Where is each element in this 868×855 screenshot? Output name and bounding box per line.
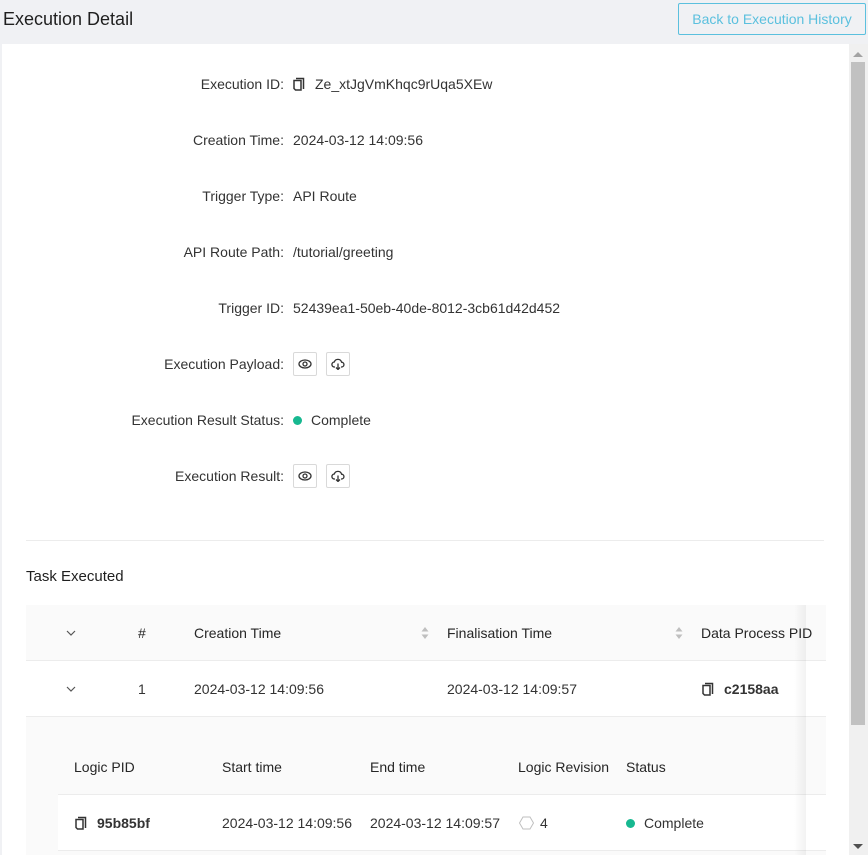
execution-id-text: Ze_xtJgVmKhqc9rUqa5XEw xyxy=(315,76,493,92)
status-dot-icon xyxy=(293,415,302,425)
column-header-start-time: Start time xyxy=(222,759,282,775)
page-title: Execution Detail xyxy=(3,9,134,29)
view-payload-button[interactable] xyxy=(293,352,317,376)
execution-id-label: Execution ID: xyxy=(200,76,284,92)
task-executed-title: Task Executed xyxy=(26,568,124,585)
scrollbar-thumb[interactable] xyxy=(851,62,865,725)
column-header-logic-pid: Logic PID xyxy=(74,759,135,775)
column-header-creation-time[interactable]: Creation Time xyxy=(194,605,281,661)
row-data-process-pid: c2158aa xyxy=(702,661,779,717)
creation-time-row: Creation Time: 2024-03-12 14:09:56 xyxy=(2,128,849,152)
section-divider xyxy=(26,540,824,541)
api-route-path-label: API Route Path: xyxy=(183,244,284,260)
sort-icon[interactable] xyxy=(675,626,683,640)
copy-icon[interactable] xyxy=(293,77,305,91)
cloud-download-icon xyxy=(331,358,345,370)
trigger-type-row: Trigger Type: API Route xyxy=(2,184,849,208)
row-expand-toggle[interactable] xyxy=(66,661,76,717)
column-header-index: # xyxy=(138,625,146,641)
column-header-status: Status xyxy=(626,759,666,775)
data-process-pid-text: c2158aa xyxy=(724,681,779,697)
execution-result-row: Execution Result: xyxy=(2,464,849,488)
trigger-id-label: Trigger ID: xyxy=(218,300,284,316)
creation-time-label: Creation Time: xyxy=(192,132,284,148)
detail-panel: Execution ID: Ze_xtJgVmKhqc9rUqa5XEw Cre… xyxy=(2,44,849,855)
download-result-button[interactable] xyxy=(326,464,350,488)
api-route-path-value: /tutorial/greeting xyxy=(293,244,394,260)
page-header: Execution Detail Back to Execution Histo… xyxy=(0,0,868,44)
logic-table-row[interactable]: 95b85bf 2024-03-12 14:09:56 2024-03-12 1… xyxy=(58,795,826,851)
view-result-button[interactable] xyxy=(293,464,317,488)
copy-icon[interactable] xyxy=(75,816,87,830)
row-creation-time: 2024-03-12 14:09:56 xyxy=(194,681,324,697)
logic-status-cell: Complete xyxy=(626,795,704,851)
download-payload-button[interactable] xyxy=(326,352,350,376)
chevron-down-icon xyxy=(66,630,76,636)
execution-result-status-label: Execution Result Status: xyxy=(131,412,284,428)
logic-revision-cell: 4 xyxy=(519,795,548,851)
logic-revision-text: 4 xyxy=(540,815,548,831)
back-to-execution-history-button[interactable]: Back to Execution History xyxy=(678,3,866,35)
expanded-row: Logic PID Start time End time Logic Revi… xyxy=(26,717,826,855)
column-header-finalisation-time[interactable]: Finalisation Time xyxy=(447,605,552,661)
vertical-scrollbar[interactable] xyxy=(849,44,868,855)
scroll-down-arrow-icon[interactable] xyxy=(853,844,863,849)
execution-payload-actions xyxy=(293,352,359,376)
trigger-type-label: Trigger Type: xyxy=(202,188,284,204)
status-badge: Complete xyxy=(644,815,704,831)
eye-icon xyxy=(298,471,312,481)
logic-pid-text: 95b85bf xyxy=(97,815,150,831)
trigger-id-row: Trigger ID: 52439ea1-50eb-40de-8012-3cb6… xyxy=(2,296,849,320)
task-table-header: # Creation Time Finalisation Time Data P… xyxy=(26,605,826,661)
execution-id-row: Execution ID: Ze_xtJgVmKhqc9rUqa5XEw xyxy=(2,72,849,96)
hexagon-icon xyxy=(519,816,534,830)
status-badge: Complete xyxy=(311,412,371,428)
execution-payload-row: Execution Payload: xyxy=(2,352,849,376)
execution-id-value: Ze_xtJgVmKhqc9rUqa5XEw xyxy=(293,76,492,92)
row-finalisation-time: 2024-03-12 14:09:57 xyxy=(447,681,577,697)
execution-result-label: Execution Result: xyxy=(175,468,284,484)
trigger-type-value: API Route xyxy=(293,188,357,204)
execution-result-status-row: Execution Result Status: Complete xyxy=(2,408,849,432)
logic-pid-cell: 95b85bf xyxy=(75,795,150,851)
scroll-up-arrow-icon[interactable] xyxy=(853,52,863,57)
creation-time-value: 2024-03-12 14:09:56 xyxy=(293,132,423,148)
copy-icon[interactable] xyxy=(702,682,714,696)
column-header-end-time: End time xyxy=(370,759,426,775)
chevron-down-icon xyxy=(66,686,76,692)
row-index: 1 xyxy=(138,681,146,697)
logic-start-time: 2024-03-12 14:09:56 xyxy=(222,815,352,831)
api-route-path-row: API Route Path: /tutorial/greeting xyxy=(2,240,849,264)
column-header-logic-revision: Logic Revision xyxy=(518,759,610,775)
status-dot-icon xyxy=(626,818,635,828)
logic-table-header: Logic PID Start time End time Logic Revi… xyxy=(58,739,826,795)
execution-result-actions xyxy=(293,464,359,488)
sort-icon[interactable] xyxy=(421,626,429,640)
eye-icon xyxy=(298,359,312,369)
execution-payload-label: Execution Payload: xyxy=(164,356,284,372)
execution-result-status-value: Complete xyxy=(293,412,371,428)
trigger-id-value: 52439ea1-50eb-40de-8012-3cb61d42d452 xyxy=(293,300,561,316)
expand-all-toggle[interactable] xyxy=(66,605,76,661)
cloud-download-icon xyxy=(331,470,345,482)
logic-end-time: 2024-03-12 14:09:57 xyxy=(370,815,500,831)
table-row[interactable]: 1 2024-03-12 14:09:56 2024-03-12 14:09:5… xyxy=(26,661,826,717)
table-scroll-shadow xyxy=(794,605,806,855)
